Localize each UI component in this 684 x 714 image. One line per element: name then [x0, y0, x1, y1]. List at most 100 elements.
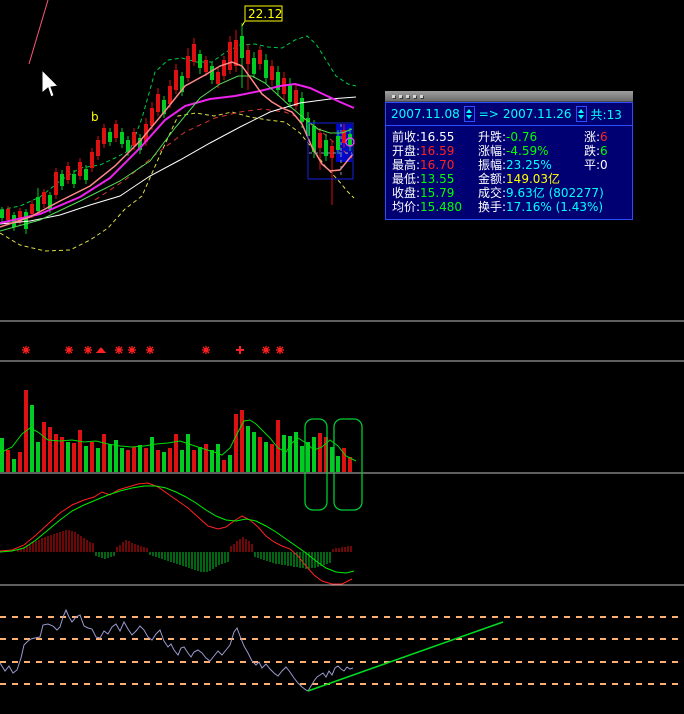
volume-bar [216, 444, 220, 472]
stat-label: 换手: [478, 200, 507, 214]
star-marker [65, 346, 73, 354]
volume-bar [246, 426, 250, 472]
volume-bar [174, 434, 178, 472]
date-arrow: => [478, 107, 499, 121]
panel-drag-bar[interactable] [385, 91, 633, 102]
stat-cell: 最高:16.70 [392, 158, 478, 172]
candle-body [132, 132, 136, 146]
star-marker [128, 346, 136, 354]
stat-row: 最高:16.70 振幅:23.25% 平:0 [392, 158, 632, 172]
volume-bar [180, 450, 184, 472]
spinner-up-icon[interactable] [578, 109, 585, 113]
stat-label: 振幅: [478, 158, 507, 172]
candle-body [300, 98, 304, 122]
stat-label: 升跌: [478, 130, 507, 144]
plus-marker [236, 346, 244, 354]
stat-value: 149.03亿 [506, 172, 561, 186]
volume-bar [270, 444, 274, 472]
candle-body [258, 50, 262, 64]
star-marker [146, 346, 154, 354]
volume-bar [48, 427, 52, 472]
candle-body [90, 152, 94, 168]
star-marker [84, 346, 92, 354]
volume-bar [138, 445, 142, 472]
date-from: 2007.11.08 [391, 107, 460, 121]
volume-bar [66, 442, 70, 472]
stat-value: 16.59 [420, 144, 455, 158]
candle-body [348, 134, 352, 146]
stat-label: 涨幅: [478, 144, 507, 158]
stat-value: 16.55 [420, 130, 455, 144]
volume-bar [96, 448, 100, 472]
volume-bar [144, 448, 148, 472]
stat-value: 17.16% (1.43%) [506, 200, 604, 214]
date-range-row: 2007.11.08 => 2007.11.26 共:13 [386, 103, 632, 126]
stat-label: 前收: [392, 130, 421, 144]
stat-cell: 升跌:-0.76 [478, 130, 584, 144]
volume-bar [120, 448, 124, 472]
candle-body [216, 72, 220, 84]
volume-bar [186, 434, 190, 472]
candle-body [42, 192, 46, 204]
volume-bar [336, 456, 340, 472]
stat-label: 收盘: [392, 186, 421, 200]
volume-bar [240, 410, 244, 472]
stat-value: 0 [600, 158, 608, 172]
candle-body [84, 169, 88, 180]
spinner-up-icon[interactable] [466, 109, 473, 113]
date-from-spinner[interactable] [463, 106, 475, 122]
volume-bar [60, 437, 64, 472]
trend-line [307, 621, 504, 692]
candle-body [210, 66, 214, 80]
candle-body [168, 86, 172, 104]
stat-value: 15.480 [420, 200, 463, 214]
candle-body [30, 204, 34, 214]
candle-body [228, 42, 232, 70]
candle-body [66, 166, 70, 180]
stat-value: 9.63亿 (802277) [506, 186, 604, 200]
candle-body [174, 70, 178, 90]
candle-body [192, 44, 196, 62]
grip-dot [406, 94, 409, 98]
volume-bar [18, 452, 22, 472]
lower-band-dashed [0, 111, 355, 252]
volume-bar [42, 422, 46, 472]
stat-cell: 前收:16.55 [392, 130, 478, 144]
candle-body [54, 172, 58, 195]
stat-label: 开盘: [392, 144, 421, 158]
stat-row: 最低:13.55 金额:149.03亿 [392, 172, 632, 186]
volume-bar [252, 432, 256, 472]
grip-dot [399, 94, 402, 98]
volume-bar [6, 450, 10, 472]
date-to-spinner[interactable] [575, 106, 587, 122]
stat-cell: 开盘:16.59 [392, 144, 478, 158]
pink-diagonal [28, 0, 49, 65]
candle-body [330, 146, 334, 158]
stat-cell: 涨幅:-4.59% [478, 144, 584, 158]
stat-row: 均价:15.480 换手:17.16% (1.43%) [392, 200, 632, 214]
volume-bar [228, 455, 232, 472]
stats-grid: 前收:16.55 升跌:-0.76 涨:6 开盘:16.59 涨幅:-4.59% 跌:6 最… [386, 126, 632, 219]
stat-cell: 金额:149.03亿 [478, 172, 584, 186]
spinner-down-icon[interactable] [466, 115, 473, 119]
volume-bar [78, 430, 82, 472]
volume-bar [156, 450, 160, 472]
candle-body [324, 140, 328, 156]
buy-marker: b [91, 110, 99, 124]
candle-body [60, 174, 64, 186]
stat-value: 13.55 [420, 172, 455, 186]
volume-bar [204, 444, 208, 472]
candle-body [252, 58, 256, 74]
stat-value: -0.76 [506, 130, 538, 144]
candle-body [72, 174, 76, 184]
candle-body [96, 140, 100, 156]
candle-body [222, 60, 226, 76]
candle-body [246, 50, 250, 64]
spinner-down-icon[interactable] [578, 115, 585, 119]
candle-body [198, 54, 202, 68]
candle-body [102, 128, 106, 144]
panel-body: 2007.11.08 => 2007.11.26 共:13 前收:16.55 升跌… [385, 102, 633, 220]
stat-value: 16.70 [420, 158, 455, 172]
volume-bar [300, 446, 304, 472]
stat-row: 收盘:15.79 成交:9.63亿 (802277) [392, 186, 632, 200]
